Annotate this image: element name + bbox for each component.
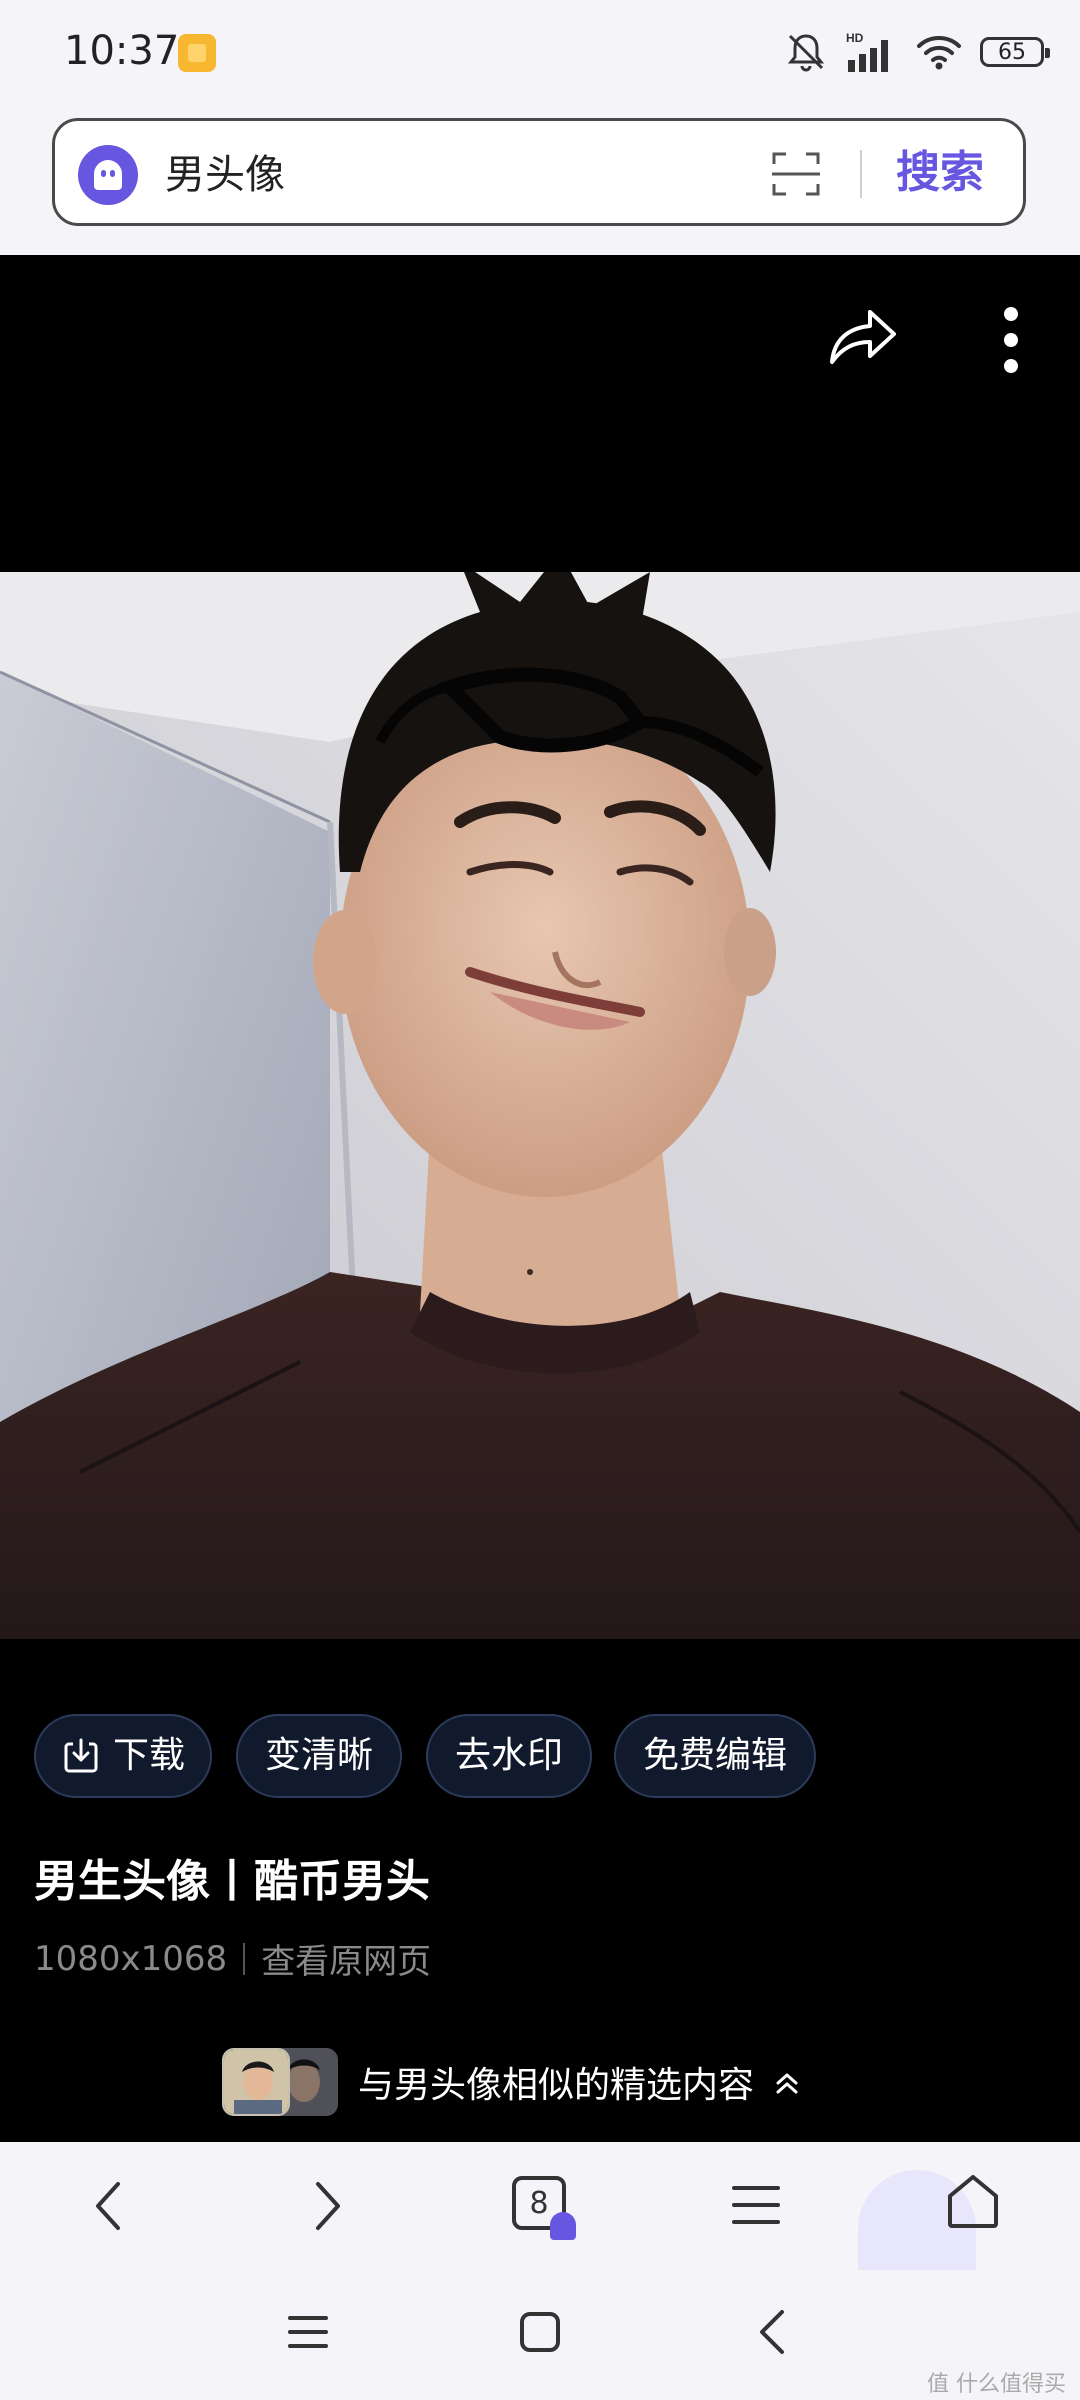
similar-thumbnails [222,2048,338,2116]
image-title: 男生头像丨酷币男头 [34,1856,430,1907]
menu-icon[interactable] [730,2180,782,2230]
image-meta: 1080x1068 查看原网页 [34,1934,431,1983]
network-tag: HD [846,31,864,45]
battery-indicator: 65 [980,37,1050,67]
share-icon[interactable] [826,302,900,368]
download-button[interactable]: 下载 [34,1714,212,1798]
cellular-signal-icon: HD [846,31,888,72]
search-divider [860,150,862,198]
remove-watermark-button[interactable]: 去水印 [426,1714,592,1798]
enhance-button[interactable]: 变清晰 [236,1714,402,1798]
image-dimensions: 1080x1068 [34,1938,228,1979]
notification-app-icon [178,34,216,72]
search-button[interactable]: 搜索 [896,140,984,206]
enhance-label: 变清晰 [264,1735,373,1776]
free-edit-label: 免费编辑 [642,1735,787,1776]
search-query-text[interactable]: 男头像 [165,145,285,205]
wifi-icon [917,36,961,70]
status-icons: HD 65 [784,28,1050,76]
similar-content-bar[interactable]: 与男头像相似的精选内容 [222,2048,802,2116]
site-watermark: 值 什么值得买 [927,2372,1066,2397]
browser-ghost-icon[interactable] [78,145,138,205]
system-home-icon[interactable] [518,2310,562,2354]
scan-icon[interactable] [770,148,822,200]
mute-icon [787,34,825,72]
view-source-link[interactable]: 查看原网页 [261,1934,431,1983]
more-options-icon[interactable] [1000,305,1022,375]
tabs-ghost-badge-icon [550,2212,576,2240]
chevron-up-icon [776,2073,798,2094]
similar-content-label: 与男头像相似的精选内容 [358,2065,755,2106]
free-edit-button[interactable]: 免费编辑 [614,1714,816,1798]
clock: 10:37 [64,28,180,74]
forward-icon[interactable] [308,2176,348,2236]
download-label: 下载 [112,1735,185,1776]
meta-divider [243,1942,246,1975]
remove-watermark-label: 去水印 [454,1735,563,1776]
recent-apps-icon[interactable] [286,2310,330,2354]
tab-count: 8 [529,2185,549,2221]
similar-thumbnail [222,2048,290,2116]
back-icon[interactable] [88,2176,128,2236]
search-result-image[interactable] [0,572,1080,1639]
home-icon[interactable] [944,2172,1002,2230]
system-back-icon[interactable] [752,2306,792,2358]
download-icon [64,1738,98,1773]
